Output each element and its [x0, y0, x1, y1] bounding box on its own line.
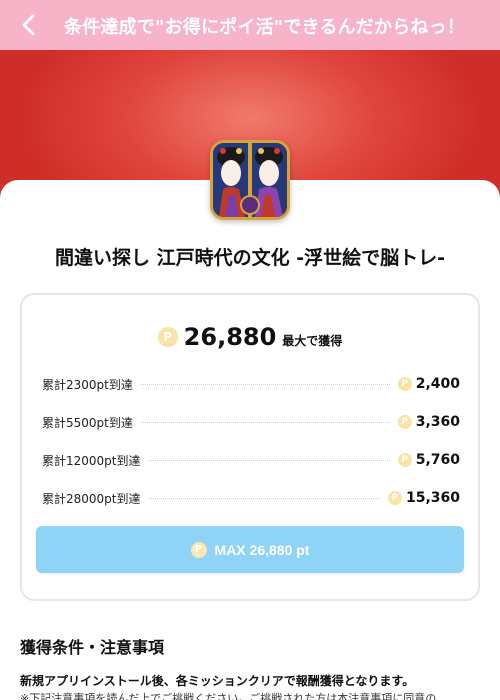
tier-label: 累計2300pt到達 — [42, 377, 133, 392]
conditions-summary: 新規アプリインストール後、各ミッションクリアで報酬獲得となります。 — [20, 674, 415, 688]
total-reward: P 26,880 最大で獲得 — [22, 323, 478, 351]
tier-value: 3,360 — [415, 414, 460, 430]
conditions-heading: 獲得条件・注意事項 — [20, 638, 165, 657]
tier-reward: P 3,360 — [397, 414, 460, 430]
tier-reward: P 15,360 — [387, 490, 460, 506]
tier-label: 累計12000pt到達 — [42, 453, 141, 468]
reward-tier-list: 累計2300pt到達 P 2,400 累計5500pt到達 P 3,360 累計… — [42, 365, 460, 517]
list-item: 累計12000pt到達 P 5,760 — [42, 441, 460, 479]
app-title: 間違い探し 江戸時代の文化 -浮世絵で脳トレ- — [54, 247, 445, 269]
point-coin-icon: P — [397, 377, 412, 391]
page-title: 条件達成で"お得にポイ活"できるんだからねっ！ — [64, 17, 465, 38]
back-button[interactable] — [16, 12, 42, 38]
point-coin-icon: P — [387, 491, 402, 505]
point-coin-icon: P — [157, 327, 178, 347]
chevron-left-icon — [22, 14, 35, 36]
tier-reward: P 2,400 — [397, 376, 460, 392]
tier-value: 15,360 — [405, 490, 460, 506]
tier-label: 累計5500pt到達 — [42, 415, 133, 430]
max-reward-button[interactable]: P MAX 26,880 pt — [36, 526, 464, 573]
dotted-leader — [140, 421, 390, 423]
tier-reward: P 5,760 — [397, 452, 460, 468]
dotted-leader — [148, 459, 390, 461]
total-reward-value: 26,880 — [183, 323, 277, 351]
total-reward-suffix: 最大で獲得 — [282, 334, 343, 348]
tier-value: 5,760 — [415, 452, 460, 468]
header-bar: 条件達成で"お得にポイ活"できるんだからねっ！ — [0, 0, 500, 50]
point-coin-icon: P — [190, 541, 207, 558]
point-coin-icon: P — [397, 453, 412, 467]
list-item: 累計2300pt到達 P 2,400 — [42, 365, 460, 403]
list-item: 累計5500pt到達 P 3,360 — [42, 403, 460, 441]
ukiyoe-portrait-icon — [213, 143, 287, 217]
conditions-note: ※下記注意事項を読んだ上でご挑戦ください。ご挑戦された方は本注意事項に同意の — [20, 692, 437, 700]
point-coin-icon: P — [397, 415, 412, 429]
dotted-leader — [140, 383, 390, 385]
list-item: 累計28000pt到達 P 15,360 — [42, 479, 460, 517]
app-icon — [210, 140, 290, 220]
dotted-leader — [148, 497, 380, 499]
tier-value: 2,400 — [415, 376, 460, 392]
max-reward-label: MAX 26,880 pt — [214, 541, 310, 558]
reward-card: P 26,880 最大で獲得 累計2300pt到達 P 2,400 累計5500… — [20, 293, 480, 601]
tier-label: 累計28000pt到達 — [42, 491, 141, 506]
